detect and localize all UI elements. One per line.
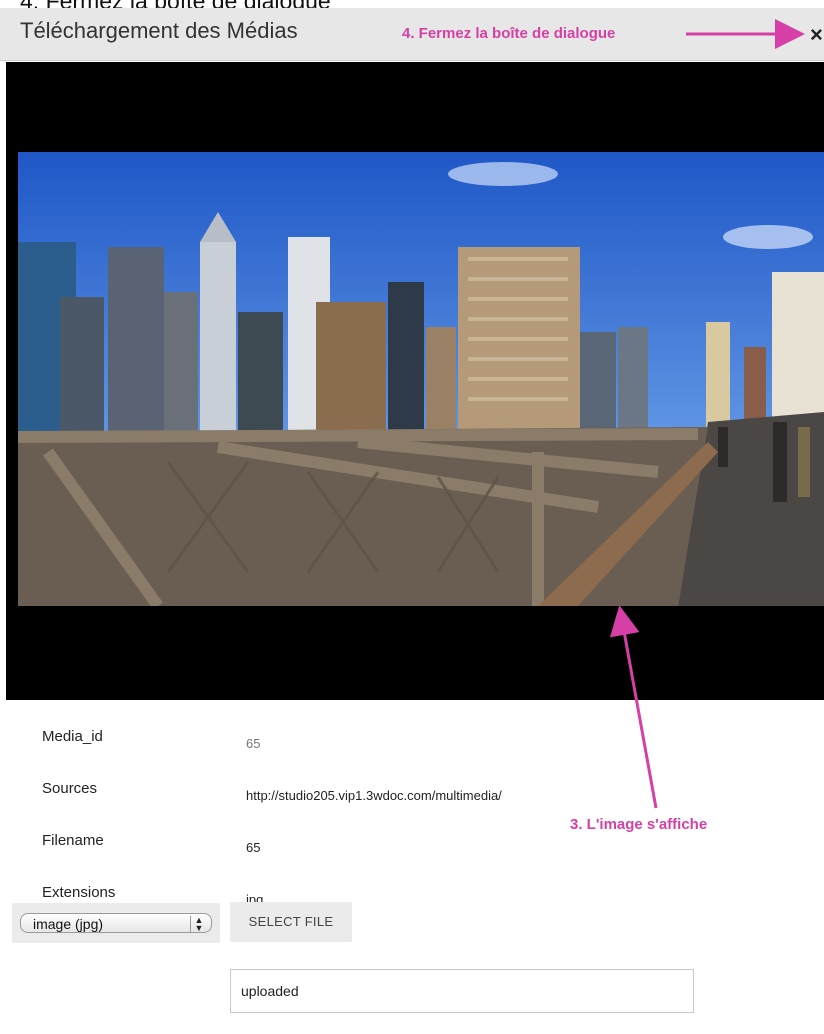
select-file-button[interactable]: SELECT FILE [230,902,352,942]
dialog-title: Téléchargement des Médias [20,18,298,43]
type-select-value: image (jpg) [33,916,104,932]
close-icon[interactable]: × [810,24,824,46]
type-select[interactable]: image (jpg) ▲ ▼ [12,903,220,943]
annotation-step-4: 4. Fermez la boîte de dialogue [402,25,616,42]
field-label: Sources [42,780,98,797]
field-row-sources: Sources http://studio205.vip1.3wdoc.com/… [0,778,824,808]
field-value: 65 [246,840,261,855]
type-select-box[interactable]: image (jpg) ▲ ▼ [20,913,212,933]
field-label: Extensions [42,884,116,901]
preview-image [18,152,824,606]
field-label: Media_id [42,728,103,745]
field-row-media-id: Media_id 65 [0,726,824,756]
field-value: 65 [246,736,261,751]
status-field[interactable]: uploaded [230,969,694,1013]
media-preview [6,62,824,700]
annotation-step-3: 3. L'image s'affiche [570,816,708,833]
field-value: http://studio205.vip1.3wdoc.com/multimed… [246,788,502,803]
field-label: Filename [42,832,104,849]
field-row-filename: Filename 65 [0,830,824,860]
select-arrows-icon: ▲ ▼ [190,916,207,933]
